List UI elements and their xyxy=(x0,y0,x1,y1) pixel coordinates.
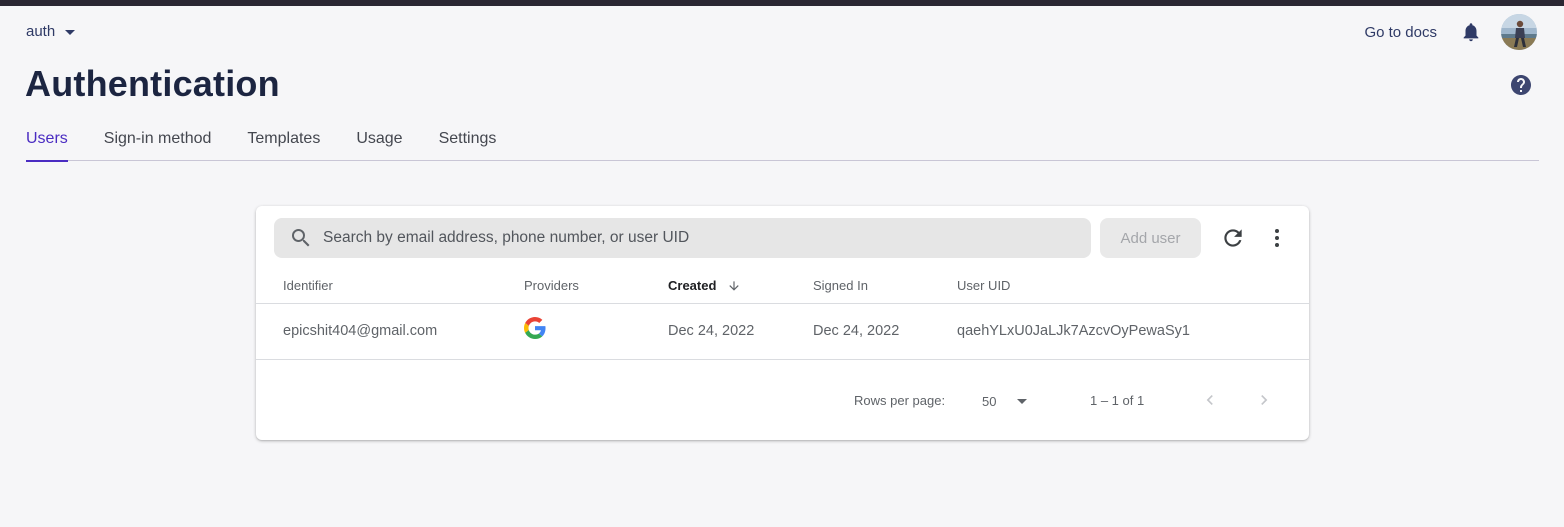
project-selector[interactable]: auth xyxy=(26,23,76,40)
column-header-identifier: Identifier xyxy=(283,278,333,293)
cell-identifier: epicshit404@gmail.com xyxy=(283,323,438,339)
pagination-range: 1 – 1 of 1 xyxy=(1090,393,1145,408)
chevron-left-icon[interactable] xyxy=(1200,390,1220,410)
project-name: auth xyxy=(26,23,56,40)
column-header-signed-in: Signed In xyxy=(813,278,868,293)
search-input[interactable] xyxy=(323,229,1063,247)
column-header-created-label: Created xyxy=(668,278,717,293)
header-divider xyxy=(256,303,1309,304)
tab-users[interactable]: Users xyxy=(26,124,68,162)
tab-bar: Users Sign-in method Templates Usage Set… xyxy=(26,124,1539,162)
tab-sign-in-method[interactable]: Sign-in method xyxy=(104,124,212,161)
users-card: Add user Identifier Providers Created Si… xyxy=(256,206,1309,440)
arrow-down-icon xyxy=(729,280,740,291)
cell-signed-in: Dec 24, 2022 xyxy=(813,323,900,339)
cell-created: Dec 24, 2022 xyxy=(668,323,755,339)
tab-templates[interactable]: Templates xyxy=(247,124,320,161)
add-user-button[interactable]: Add user xyxy=(1100,218,1201,258)
cell-user-uid: qaehYLxU0JaLJk7AzcvOyPewaSy1 xyxy=(957,323,1190,339)
tab-settings[interactable]: Settings xyxy=(439,124,497,161)
page-title: Authentication xyxy=(25,63,280,104)
top-strip xyxy=(0,0,1564,6)
bell-icon[interactable] xyxy=(1459,20,1483,44)
go-to-docs-link[interactable]: Go to docs xyxy=(1364,24,1437,41)
row-divider xyxy=(256,359,1309,360)
chevron-right-icon[interactable] xyxy=(1254,390,1274,410)
caret-down-icon xyxy=(65,30,76,35)
search-icon xyxy=(292,229,310,247)
rows-per-page-label: Rows per page: xyxy=(854,393,946,408)
column-header-created[interactable]: Created xyxy=(668,278,741,293)
caret-down-icon xyxy=(1017,398,1028,404)
more-vert-icon[interactable] xyxy=(1265,225,1289,251)
rows-per-page-value: 50 xyxy=(982,393,997,409)
help-circle-icon[interactable] xyxy=(1509,73,1533,97)
column-header-user-uid: User UID xyxy=(957,278,1011,293)
user-avatar[interactable] xyxy=(1501,14,1537,50)
tab-usage[interactable]: Usage xyxy=(356,124,402,161)
google-icon xyxy=(524,317,546,339)
top-right-actions: Go to docs xyxy=(1364,14,1537,50)
column-header-providers: Providers xyxy=(524,278,579,293)
search-bar[interactable] xyxy=(274,218,1091,258)
refresh-icon[interactable] xyxy=(1220,225,1246,251)
rows-per-page-select[interactable]: 50 xyxy=(982,390,1034,412)
